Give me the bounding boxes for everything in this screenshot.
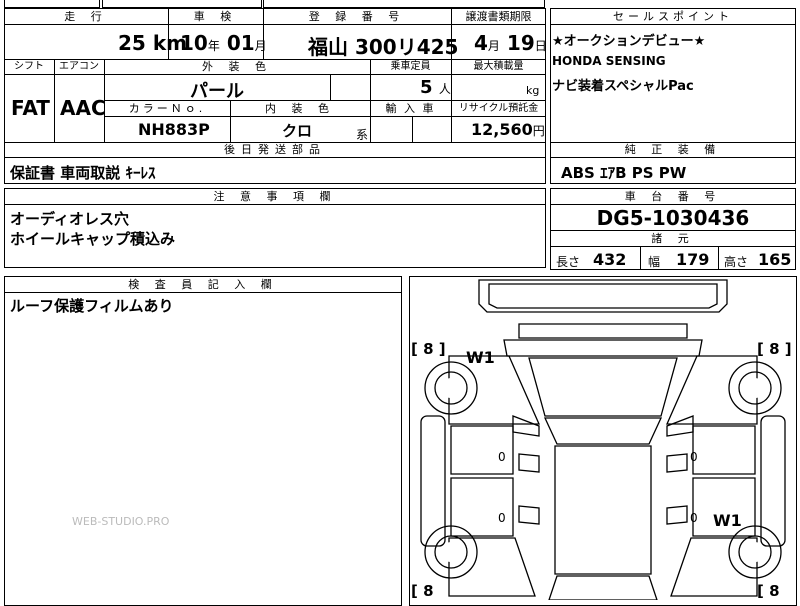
col-line [718,246,719,270]
inspection-month: 01 [226,31,255,55]
panel-mark-left-rear: 0 [498,511,506,525]
tire-front-right-mark: [ 8 ] [757,340,792,358]
ac-header: エアコン [59,61,99,72]
colorno-value: NH883P [138,120,210,139]
row-line [4,204,546,205]
panel-mark-right-front: 0 [690,450,698,464]
colorno-header: カラーＮｏ. [128,102,206,115]
interior-header: 内 装 色 [265,102,335,115]
inspector-header: 検 査 員 記 入 欄 [128,278,278,291]
sales-line-1: ★オークションデビュー★ [552,34,706,49]
recycle-value: 12,560円 [471,120,545,139]
exterior-value: パール [190,81,244,102]
load-header: 最大積載量 [473,61,524,72]
length-label: 長さ [556,255,581,269]
capacity-unit: 人 [438,82,451,96]
col-line [412,116,413,143]
chassis-value: DG5-1030436 [596,206,750,230]
inspection-value: 10年 01月 [180,31,267,55]
row-line [550,246,796,247]
import-header: 輸 入 車 [385,102,436,115]
width-value: 179 [676,250,710,269]
damage-mark-w1-front: W1 [466,348,495,367]
later-parts-value: 保証書 車両取説 ｷｰﾚｽ [10,164,156,182]
row-line [4,157,546,158]
capacity-number: 5 [420,77,433,98]
sales-line-3: ナビ装着スペシャルPac [552,79,694,94]
notes-line-2: ホイールキャップ積込み [10,230,176,248]
row-line [550,157,796,158]
height-value: 165 [758,250,792,269]
equipment-header: 純 正 装 備 [624,143,722,156]
damage-mark-w1-rear: W1 [713,511,742,530]
notes-header: 注 意 事 項 欄 [213,190,337,203]
col-line [330,74,331,100]
top-strip-right [263,0,545,8]
height-label: 高さ [724,255,749,269]
reg-no-value: 福山 300リ425 [308,35,459,59]
load-value: kg [526,84,539,97]
inspection-year: 10 [180,31,208,55]
row-line [4,24,546,25]
inspection-header: 車 検 [193,10,238,23]
row-line [550,24,796,25]
length-value: 432 [593,250,627,269]
row-line [550,204,796,205]
inspector-note: ルーフ保護フィルムあり [10,297,174,315]
shift-header: シフト [14,61,44,72]
top-strip-mid [102,0,262,8]
inspection-month-unit: 月 [254,39,267,53]
interior-unit: 系 [356,128,369,142]
chassis-header: 車 台 番 号 [624,190,722,203]
panel-mark-left-front: 0 [498,450,506,464]
mileage-header: 走 行 [64,10,108,23]
sales-line-2: HONDA SENSING [552,54,666,68]
equipment-value: ABS ｴｱB PS PW [561,164,687,182]
reg-no-header: 登 録 番 号 [308,10,406,23]
load-unit: kg [526,84,540,97]
tire-rear-left-mark: [ 8 [411,582,434,600]
row-line [104,116,546,117]
car-diagram [420,279,786,600]
watermark: WEB-STUDIO.PRO [72,515,170,528]
transfer-month: 4 [474,31,488,55]
transfer-month-unit: 月 [487,39,500,53]
recycle-header: リサイクル預託金 [458,103,539,114]
row-line [4,292,402,293]
width-label: 幅 [648,255,661,269]
tire-rear-right-mark: [ 8 [757,582,780,600]
panel-mark-right-rear: 0 [690,511,698,525]
col-line [640,246,641,270]
inspection-year-unit: 年 [207,39,220,53]
capacity-value: 5 人 [420,77,451,98]
dims-header: 諸 元 [651,232,695,245]
inspector-box [4,276,402,606]
capacity-header: 乗車定員 [390,61,431,72]
sales-point-header: セールスポイント [613,10,733,23]
recycle-unit: 円 [532,124,545,138]
shift-value: FAT [11,96,50,120]
exterior-header: 外 装 色 [202,60,272,73]
transfer-header: 譲渡書類期限 [465,10,532,23]
tire-front-left-mark: [ 8 ] [411,340,446,358]
transfer-day: 19 [506,31,535,55]
mileage-value: 25 km [118,31,187,55]
top-strip-left [4,0,100,8]
later-parts-header: 後日発送部品 [224,143,326,156]
row-line [4,74,546,75]
recycle-number: 12,560 [471,120,533,139]
mileage-number: 25 [118,31,146,55]
transfer-day-unit: 日 [534,39,547,53]
interior-value: クロ [282,122,313,140]
transfer-value: 4月 19日 [474,31,547,55]
ac-value: AAC [60,96,106,120]
notes-line-1: オーディオレス穴 [10,210,129,228]
